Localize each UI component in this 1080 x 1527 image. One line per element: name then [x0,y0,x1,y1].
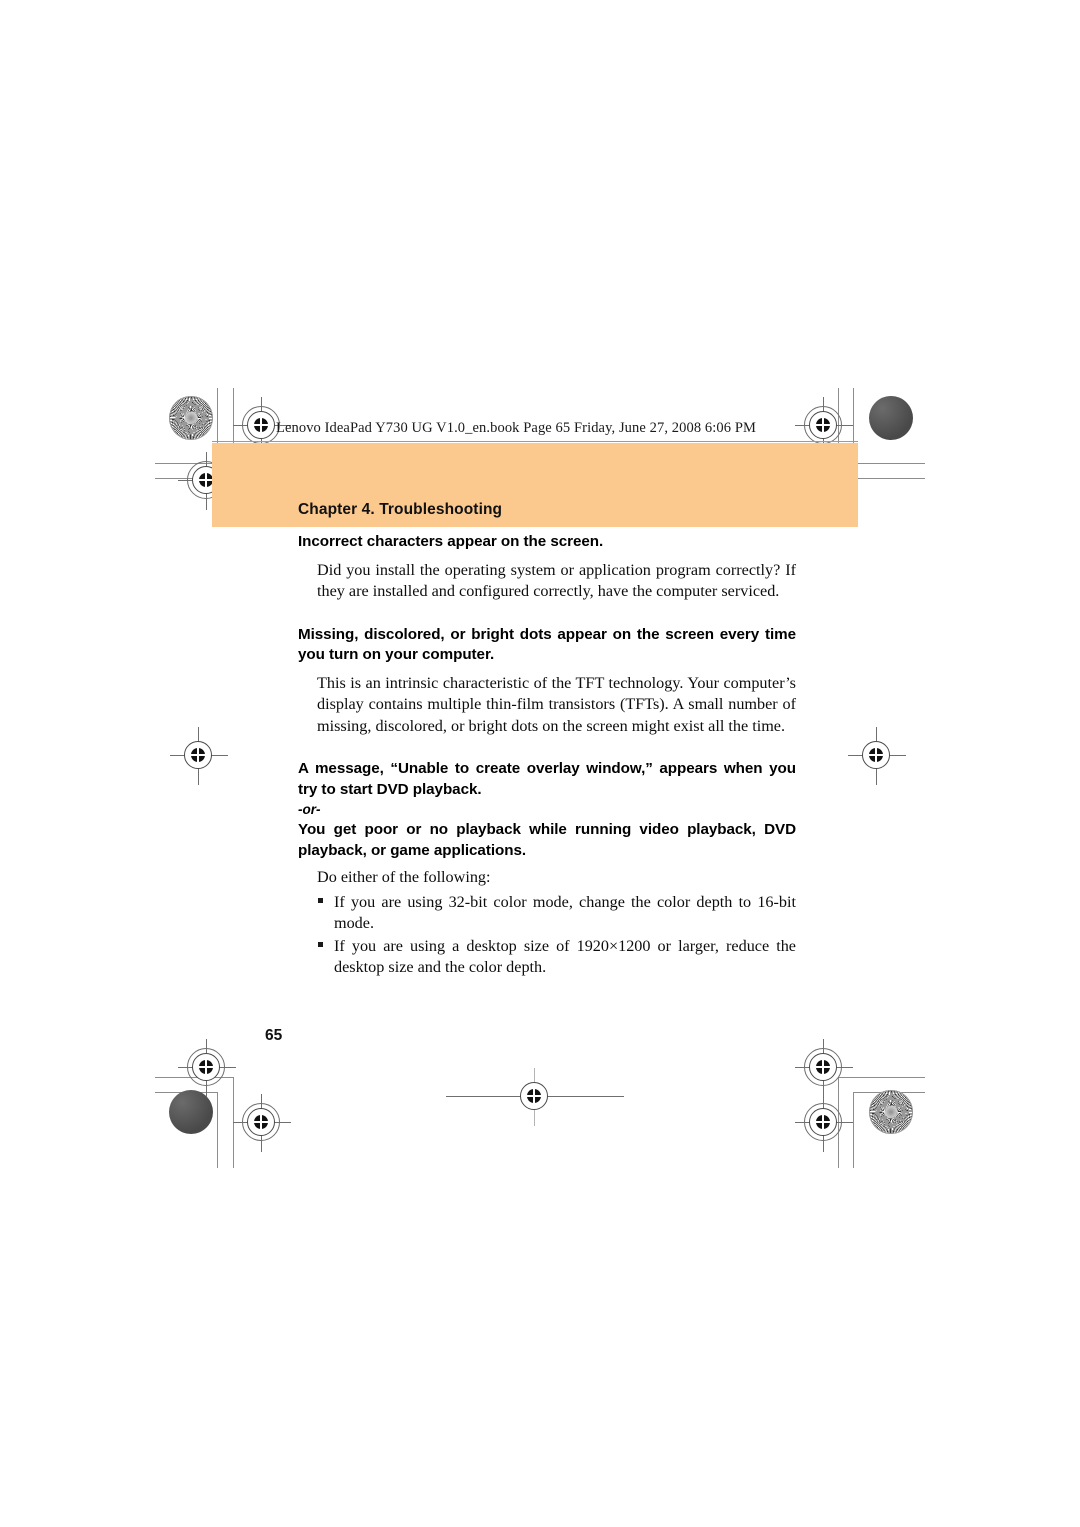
section-paragraph: This is an intrinsic characteristic of t… [317,673,796,735]
section-heading-alternate: You get poor or no playback while runnin… [298,821,796,859]
registration-mark-bottom-center [446,1068,624,1126]
section-paragraph: Did you install the operating system or … [317,560,796,601]
list-item-text: If you are using 32-bit color mode, chan… [334,892,796,933]
registration-mark-mid-right [848,727,906,785]
crop-rule-bottom-left-outer-v [217,1092,218,1168]
chapter-band: Chapter 4. Troubleshooting [212,443,858,527]
troubleshooting-section: Missing, discolored, or bright dots appe… [298,625,796,738]
registration-mark-bottom-left [233,1094,291,1152]
file-info-rule [212,441,858,442]
file-info-header: Lenovo IdeaPad Y730 UG V1.0_en.book Page… [276,420,756,436]
crop-rule-top-right-outer-h [853,463,925,464]
content-column: Incorrect characters appear on the scree… [298,532,796,979]
or-separator-label: -or- [298,802,321,817]
page-sheet: Lenovo IdeaPad Y730 UG V1.0_en.book Page… [0,0,1080,1527]
registration-mark-mid-left [170,727,228,785]
registration-mark-bottom-right [795,1039,853,1097]
starburst-density-patch-top-left [169,396,213,440]
section-heading: A message, “Unable to create overlay win… [298,760,796,798]
registration-mark-lower-right-inner [795,1094,853,1152]
list-item-text: If you are using a desktop size of 1920×… [334,936,796,977]
registration-mark-lower-left-inner [178,1039,236,1097]
remedy-bullet-list: If you are using 32-bit color mode, chan… [317,892,796,979]
square-bullet-icon [318,941,323,947]
troubleshooting-section: Incorrect characters appear on the scree… [298,532,796,603]
crop-rule-bottom-right-outer-v [853,1092,854,1168]
section-heading: Missing, discolored, or bright dots appe… [298,625,796,664]
solid-density-patch-top-right [869,396,913,440]
chapter-title: Chapter 4. Troubleshooting [298,501,503,518]
starburst-density-patch-bottom-right [869,1090,913,1134]
troubleshooting-section: A message, “Unable to create overlay win… [298,759,796,979]
list-item: If you are using a desktop size of 1920×… [317,936,796,979]
square-bullet-icon [318,897,323,903]
list-item: If you are using 32-bit color mode, chan… [317,892,796,935]
page-number: 65 [265,1027,283,1044]
section-paragraph: Do either of the following: [317,868,491,886]
section-heading: Incorrect characters appear on the scree… [298,533,604,550]
